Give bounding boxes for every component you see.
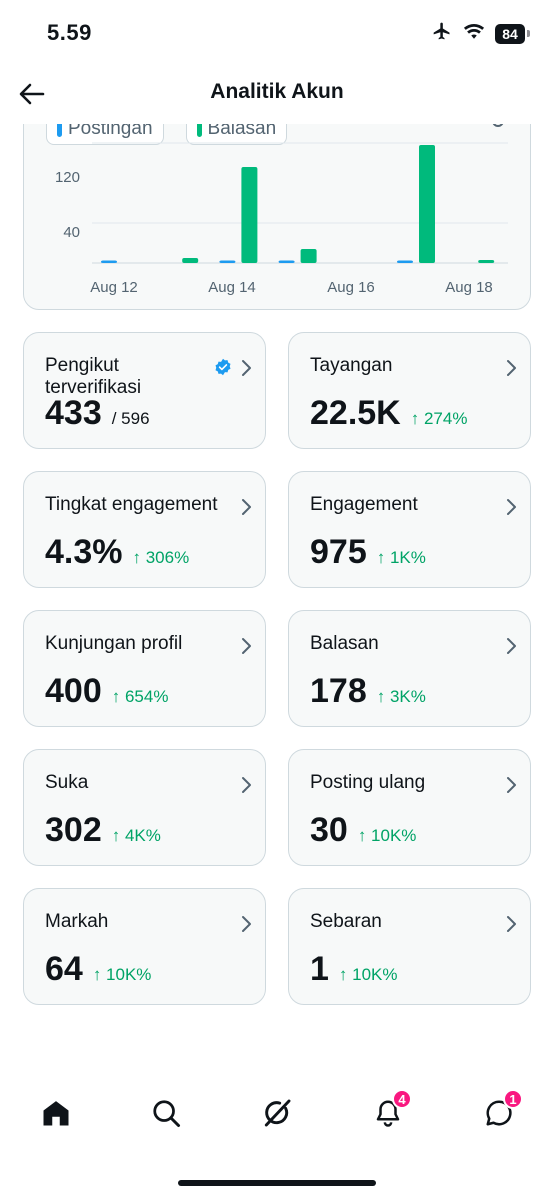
status-bar: 5.59 84 xyxy=(0,0,554,62)
metric-value: 1 xyxy=(310,950,329,988)
metric-value-row: 400 ↑ 654% xyxy=(45,671,168,711)
wifi-icon xyxy=(463,22,485,45)
metric-value-row: 975 ↑ 1K% xyxy=(310,532,426,572)
metric-change: ↑ 306% xyxy=(132,548,190,567)
metric-change: ↑ 10K% xyxy=(338,965,398,984)
metric-change: ↑ 654% xyxy=(111,687,169,706)
chart-bar[interactable] xyxy=(101,260,117,264)
chart-bar[interactable] xyxy=(278,260,295,264)
nav-notifications[interactable]: 4 xyxy=(360,1085,416,1141)
chevron-right-icon xyxy=(507,499,516,515)
metric-value-row: 178 ↑ 3K% xyxy=(310,671,426,711)
x-tick-label: Aug 12 xyxy=(90,279,138,296)
battery-level: 84 xyxy=(495,23,525,44)
metric-change: ↑ 10K% xyxy=(92,965,152,984)
metric-label: Balasan xyxy=(310,633,379,654)
metric-card[interactable]: Sebaran 1 ↑ 10K% xyxy=(288,888,531,1005)
metric-value: 30 xyxy=(310,811,348,849)
chevron-right-icon xyxy=(507,916,516,932)
status-time: 5.59 xyxy=(47,20,92,45)
metric-label: Kunjungan profil xyxy=(45,633,183,654)
metric-change: ↑ 1K% xyxy=(376,548,426,567)
metric-value: 975 xyxy=(310,533,367,571)
metric-value-row: 64 ↑ 10K% xyxy=(45,949,151,989)
chevron-right-icon xyxy=(242,638,251,654)
page-title: Analitik Akun xyxy=(210,80,344,103)
search-icon xyxy=(153,1100,180,1127)
metric-card[interactable]: Suka 302 ↑ 4K% xyxy=(23,749,266,866)
x-tick-label: Aug 16 xyxy=(327,279,375,296)
chart-bar[interactable] xyxy=(219,260,236,264)
metric-value: 178 xyxy=(310,672,367,710)
status-icons: 84 xyxy=(431,21,530,46)
metric-label: Suka xyxy=(45,772,89,793)
chevron-right-icon xyxy=(507,360,516,376)
verified-badge-icon xyxy=(215,358,231,376)
y-tick-label: 40 xyxy=(63,224,80,241)
metric-change: ↑ 3K% xyxy=(376,687,426,706)
chart-bar[interactable] xyxy=(478,260,495,263)
chart-bar[interactable] xyxy=(241,167,258,263)
metric-total: / 596 xyxy=(111,409,150,428)
nav-messages[interactable]: 1 xyxy=(471,1085,527,1141)
x-tick-label: Aug 18 xyxy=(445,279,493,296)
metric-value-row: 22.5K ↑ 274% xyxy=(310,393,467,433)
metric-card[interactable]: Tingkat engagement 4.3% ↑ 306% xyxy=(23,471,266,588)
bottom-nav: 4 1 xyxy=(0,1085,554,1155)
metric-card[interactable]: Pengikut terverifikasi 433/ 596 xyxy=(23,332,266,449)
chevron-right-icon xyxy=(242,499,251,515)
metric-label: Markah xyxy=(45,911,109,932)
nav-grok[interactable] xyxy=(249,1085,305,1141)
metric-label: Engagement xyxy=(310,494,418,515)
metric-label: Tingkat engagement xyxy=(45,494,218,515)
metric-value: 400 xyxy=(45,672,102,710)
chart-bar[interactable] xyxy=(419,145,435,263)
metric-change: ↑ 274% xyxy=(410,409,468,428)
metric-card[interactable]: Engagement 975 ↑ 1K% xyxy=(288,471,531,588)
metric-value: 22.5K xyxy=(310,394,401,432)
metric-label: Tayangan xyxy=(310,355,393,376)
chart-card[interactable]: Postingan Balasan 120 40 Aug 12 Aug 14 A… xyxy=(23,92,531,310)
metric-value-row: 1 ↑ 10K% xyxy=(310,949,398,989)
metric-label: Posting ulang xyxy=(310,772,426,793)
metric-value-row: 4.3% ↑ 306% xyxy=(45,532,189,572)
metric-card[interactable]: Posting ulang 30 ↑ 10K% xyxy=(288,749,531,866)
metric-value: 433 xyxy=(45,394,102,432)
battery-icon: 84 xyxy=(495,23,530,44)
metric-value-row: 30 ↑ 10K% xyxy=(310,810,416,850)
metric-label: Sebaran xyxy=(310,911,382,932)
home-icon xyxy=(43,1101,69,1126)
metric-change: ↑ 4K% xyxy=(111,826,161,845)
chart-bar[interactable] xyxy=(182,258,199,263)
metric-change: ↑ 10K% xyxy=(357,826,417,845)
chevron-right-icon xyxy=(507,638,516,654)
chart-bar[interactable] xyxy=(397,260,413,264)
bar-chart: 120 40 Aug 12 Aug 14 Aug 16 Aug 18 xyxy=(55,142,508,296)
chevron-right-icon xyxy=(507,777,516,793)
metric-value: 302 xyxy=(45,811,102,849)
metric-card[interactable]: Tayangan 22.5K ↑ 274% xyxy=(288,332,531,449)
grok-icon xyxy=(264,1099,291,1127)
chevron-right-icon xyxy=(242,360,251,376)
y-tick-label: 120 xyxy=(55,169,80,186)
x-tick-label: Aug 14 xyxy=(208,279,256,296)
nav-home[interactable] xyxy=(28,1085,84,1141)
nav-search[interactable] xyxy=(138,1085,194,1141)
metric-card[interactable]: Kunjungan profil 400 ↑ 654% xyxy=(23,610,266,727)
metric-card[interactable]: Markah 64 ↑ 10K% xyxy=(23,888,266,1005)
metric-card[interactable]: Balasan 178 ↑ 3K% xyxy=(288,610,531,727)
airplane-icon xyxy=(431,21,453,46)
metric-value-row: 302 ↑ 4K% xyxy=(45,810,161,850)
home-indicator xyxy=(178,1180,376,1186)
metric-value: 64 xyxy=(45,950,83,988)
header: Analitik Akun xyxy=(0,62,554,124)
chart-bar[interactable] xyxy=(300,249,317,263)
metric-value: 4.3% xyxy=(45,533,123,571)
notification-badge: 4 xyxy=(392,1089,412,1109)
chevron-right-icon xyxy=(242,916,251,932)
chevron-right-icon xyxy=(242,777,251,793)
metric-value-row: 433 / 596 xyxy=(45,393,150,433)
messages-badge: 1 xyxy=(503,1089,523,1109)
